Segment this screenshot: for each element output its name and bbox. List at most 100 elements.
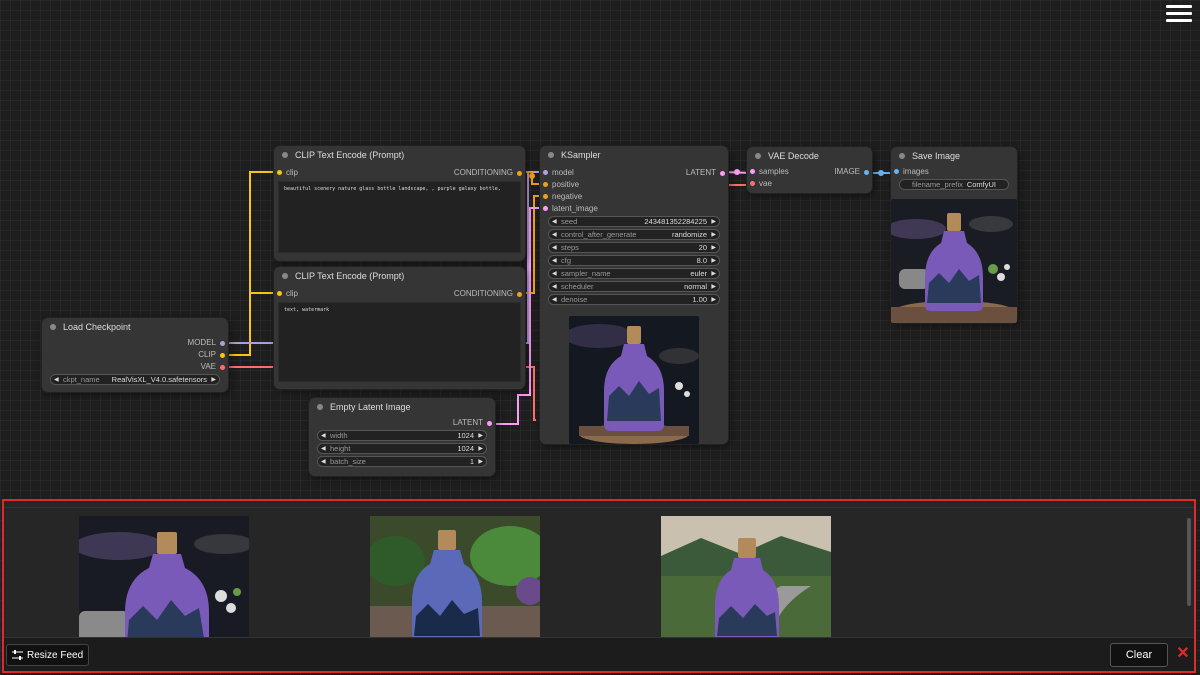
node-vae-decode[interactable]: VAE Decode samples IMAGE vae [747,147,872,193]
widget-value: RealVisXL_V4.0.safetensors [111,375,207,384]
increment-arrow-icon[interactable]: ▶ [478,458,483,465]
increment-arrow-icon[interactable]: ▶ [711,257,716,264]
slot-label: vae [759,178,772,188]
decrement-arrow-icon[interactable]: ◀ [552,296,557,303]
feed-scrollbar[interactable] [1187,518,1191,606]
output-slot-latent[interactable]: LATENT [453,418,495,427]
node-header[interactable]: CLIP Text Encode (Prompt) [274,267,525,285]
input-slot-positive[interactable]: positive [540,180,579,189]
collapse-dot-icon[interactable] [755,153,761,159]
increment-arrow-icon[interactable]: ▶ [711,231,716,238]
input-slot-images[interactable]: images [891,167,929,176]
input-slot-clip[interactable]: clip [274,168,298,177]
node-title: Save Image [912,151,961,161]
slot-label: latent_image [552,203,598,213]
resize-feed-button[interactable]: Resize Feed [6,644,90,666]
input-slot-samples[interactable]: samples [747,167,789,176]
node-load-checkpoint[interactable]: Load Checkpoint MODEL CLIP VAE ◀ ckpt_nam… [42,318,228,392]
slot-label: images [903,166,929,176]
decrement-arrow-icon[interactable]: ◀ [321,432,326,439]
increment-arrow-icon[interactable]: ▶ [211,376,216,383]
widget-cfg[interactable]: ◀ cfg 8.0 ▶ [548,255,720,266]
node-title: KSampler [561,150,601,160]
output-slot-latent[interactable]: LATENT [686,168,728,177]
decrement-arrow-icon[interactable]: ◀ [552,257,557,264]
output-slot-image[interactable]: IMAGE [834,167,872,176]
widget-value: normal [684,282,707,291]
decrement-arrow-icon[interactable]: ◀ [321,458,326,465]
widget-steps[interactable]: ◀ steps 20 ▶ [548,242,720,253]
feed-image-1[interactable] [79,516,249,644]
clear-label: Clear [1125,649,1153,661]
collapse-dot-icon[interactable] [282,273,288,279]
node-clip-text-encode-positive[interactable]: CLIP Text Encode (Prompt) clip CONDITION… [274,146,525,261]
widget-filename-prefix[interactable]: filename_prefix ComfyUI [899,179,1009,190]
widget-seed[interactable]: ◀ seed 243481352284225 ▶ [548,216,720,227]
feed-image-2[interactable] [370,516,540,644]
node-empty-latent-image[interactable]: Empty Latent Image LATENT ◀ width 1024 ▶ ◀ h… [309,398,495,476]
widget-denoise[interactable]: ◀ denoise 1.00 ▶ [548,294,720,305]
node-header[interactable]: Load Checkpoint [42,318,228,336]
node-canvas[interactable]: CLIP Text Encode (Prompt) clip CONDITION… [0,0,1200,498]
image-feed-panel: Resize Feed Clear ✕ [2,499,1196,673]
widget-height[interactable]: ◀ height 1024 ▶ [317,443,487,454]
prompt-textarea[interactable]: beautiful scenery nature glass bottle la… [278,181,521,253]
input-slot-clip[interactable]: clip [274,289,298,298]
widget-batch-size[interactable]: ◀ batch_size 1 ▶ [317,456,487,467]
input-slot-latent-image[interactable]: latent_image [540,204,598,213]
hamburger-menu-icon[interactable] [1166,2,1192,26]
node-header[interactable]: Empty Latent Image [309,398,495,416]
increment-arrow-icon[interactable]: ▶ [711,283,716,290]
feed-image-3[interactable] [661,516,831,644]
output-slot-model[interactable]: MODEL [188,338,228,347]
increment-arrow-icon[interactable]: ▶ [478,432,483,439]
collapse-dot-icon[interactable] [548,152,554,158]
clear-feed-button[interactable]: Clear [1110,643,1168,667]
decrement-arrow-icon[interactable]: ◀ [552,231,557,238]
image-feed-list[interactable] [4,507,1194,644]
prompt-textarea[interactable]: text, watermark [278,302,521,382]
increment-arrow-icon[interactable]: ▶ [711,270,716,277]
node-header[interactable]: Save Image [891,147,1017,165]
node-save-image[interactable]: Save Image images filename_prefix ComfyUI [891,147,1017,323]
node-ksampler[interactable]: KSampler model LATENT positive negative … [540,146,728,444]
increment-arrow-icon[interactable]: ▶ [711,244,716,251]
decrement-arrow-icon[interactable]: ◀ [552,244,557,251]
decrement-arrow-icon[interactable]: ◀ [321,445,326,452]
decrement-arrow-icon[interactable]: ◀ [552,270,557,277]
node-title: VAE Decode [768,151,819,161]
decrement-arrow-icon[interactable]: ◀ [54,376,59,383]
decrement-arrow-icon[interactable]: ◀ [552,283,557,290]
collapse-dot-icon[interactable] [50,324,56,330]
input-slot-model[interactable]: model [540,168,574,177]
widget-width[interactable]: ◀ width 1024 ▶ [317,430,487,441]
increment-arrow-icon[interactable]: ▶ [711,218,716,225]
decrement-arrow-icon[interactable]: ◀ [552,218,557,225]
node-header[interactable]: CLIP Text Encode (Prompt) [274,146,525,164]
output-slot-vae[interactable]: VAE [201,362,228,371]
output-slot-clip[interactable]: CLIP [198,350,228,359]
widget-control-after-generate[interactable]: ◀ control_after_generate randomize ▶ [548,229,720,240]
link-clip-1 [224,171,278,356]
collapse-dot-icon[interactable] [282,152,288,158]
close-feed-icon[interactable]: ✕ [1175,646,1191,662]
slot-label: clip [286,167,299,177]
node-header[interactable]: KSampler [540,146,728,164]
save-image-preview [891,199,1017,323]
output-slot-conditioning[interactable]: CONDITIONING [454,289,525,298]
widget-value: 20 [698,243,707,252]
input-slot-negative[interactable]: negative [540,192,582,201]
slot-label: samples [759,166,789,176]
output-slot-conditioning[interactable]: CONDITIONING [454,168,525,177]
node-clip-text-encode-negative[interactable]: CLIP Text Encode (Prompt) clip CONDITION… [274,267,525,389]
increment-arrow-icon[interactable]: ▶ [711,296,716,303]
increment-arrow-icon[interactable]: ▶ [478,445,483,452]
input-slot-vae[interactable]: vae [747,179,772,188]
widget-sampler-name[interactable]: ◀ sampler_name euler ▶ [548,268,720,279]
collapse-dot-icon[interactable] [899,153,905,159]
widget-scheduler[interactable]: ◀ scheduler normal ▶ [548,281,720,292]
widget-ckpt-name[interactable]: ◀ ckpt_name RealVisXL_V4.0.safetensors ▶ [50,374,220,385]
node-header[interactable]: VAE Decode [747,147,872,165]
collapse-dot-icon[interactable] [317,404,323,410]
feed-toolbar: Resize Feed Clear ✕ [4,637,1194,671]
